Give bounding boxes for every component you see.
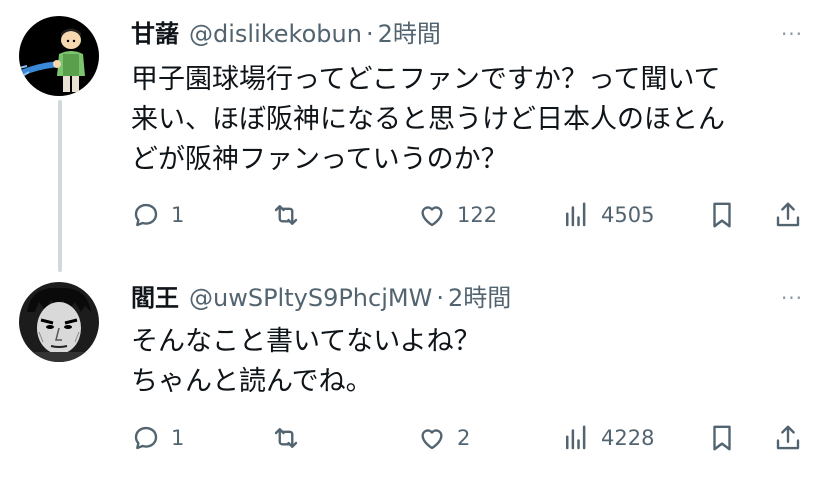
reply-icon: [134, 426, 158, 450]
heart-icon: [421, 206, 443, 227]
user-handle[interactable]: @uwSPltyS9PhcjMW: [189, 282, 432, 314]
tweet-text-line: ちゃんと読んでね。: [131, 366, 373, 397]
tweet-text-line: そんなこと書いてないよね？: [131, 326, 481, 357]
heart-icon: [421, 429, 443, 450]
retweet-button[interactable]: [271, 195, 301, 235]
analytics-icon: [566, 202, 586, 227]
like-count: 122: [457, 203, 498, 227]
action-bar: 1 2 4228: [131, 418, 811, 458]
tweet-header: 閻王 @uwSPltyS9PhcjMW · 2時間: [131, 282, 768, 314]
user-handle[interactable]: @dislikekobun: [189, 18, 362, 50]
views-button[interactable]: 4505: [561, 195, 654, 235]
share-icon: [776, 202, 800, 227]
display-name[interactable]: 閻王: [131, 282, 179, 314]
separator-dot: ·: [365, 20, 374, 48]
like-button[interactable]: 122: [417, 195, 497, 235]
tweet[interactable]: 甘藷 @dislikekobun · 2時間 ··· 甲子園球場行ってどこファン…: [0, 0, 828, 268]
view-count: 4505: [601, 203, 655, 227]
timestamp[interactable]: 2時間: [378, 18, 441, 50]
view-count: 4228: [601, 426, 655, 450]
avatar[interactable]: [19, 16, 99, 96]
share-button[interactable]: [773, 418, 803, 458]
share-button[interactable]: [773, 195, 803, 235]
retweet-icon: [274, 205, 298, 225]
analytics-icon: [566, 425, 586, 450]
share-icon: [776, 425, 800, 450]
avatar-illustration-icon: [19, 16, 99, 96]
tweet-text-line: 甲子園球場行ってどこファンですか？って聞いて: [131, 64, 721, 95]
avatar-manga-face-icon: [19, 282, 99, 362]
more-options-icon[interactable]: ···: [778, 284, 806, 312]
retweet-button[interactable]: [271, 418, 301, 458]
avatar[interactable]: [19, 282, 99, 362]
views-button[interactable]: 4228: [561, 418, 654, 458]
reply-count: 1: [171, 203, 185, 227]
tweet-text-line: どが阪神ファンっていうのか？: [131, 144, 508, 175]
display-name[interactable]: 甘藷: [131, 18, 179, 50]
like-button[interactable]: 2: [417, 418, 470, 458]
reply-button[interactable]: 1: [131, 418, 184, 458]
separator-dot: ·: [436, 284, 444, 312]
bookmark-button[interactable]: [707, 418, 737, 458]
bookmark-icon: [713, 202, 731, 228]
action-bar: 1 122 4505: [131, 195, 811, 235]
bookmark-icon: [713, 425, 731, 451]
retweet-icon: [274, 428, 298, 448]
tweet-text: そんなこと書いてないよね？ ちゃんと読んでね。: [131, 322, 801, 402]
reply-icon: [134, 203, 158, 227]
tweet-text: 甲子園球場行ってどこファンですか？って聞いて 来い、ほぼ阪神になると思うけど日本…: [131, 60, 801, 180]
tweet-header: 甘藷 @dislikekobun · 2時間: [131, 18, 768, 50]
timestamp[interactable]: 2時間: [448, 282, 511, 314]
reply-count: 1: [171, 426, 185, 450]
more-options-icon[interactable]: ···: [778, 20, 806, 48]
reply-button[interactable]: 1: [131, 195, 184, 235]
tweet[interactable]: 閻王 @uwSPltyS9PhcjMW · 2時間 ··· そんなこと書いてない…: [0, 268, 828, 478]
tweet-text-line: 来い、ほぼ阪神になると思うけど日本人のほとん: [131, 104, 725, 135]
bookmark-button[interactable]: [707, 195, 737, 235]
like-count: 2: [457, 426, 471, 450]
